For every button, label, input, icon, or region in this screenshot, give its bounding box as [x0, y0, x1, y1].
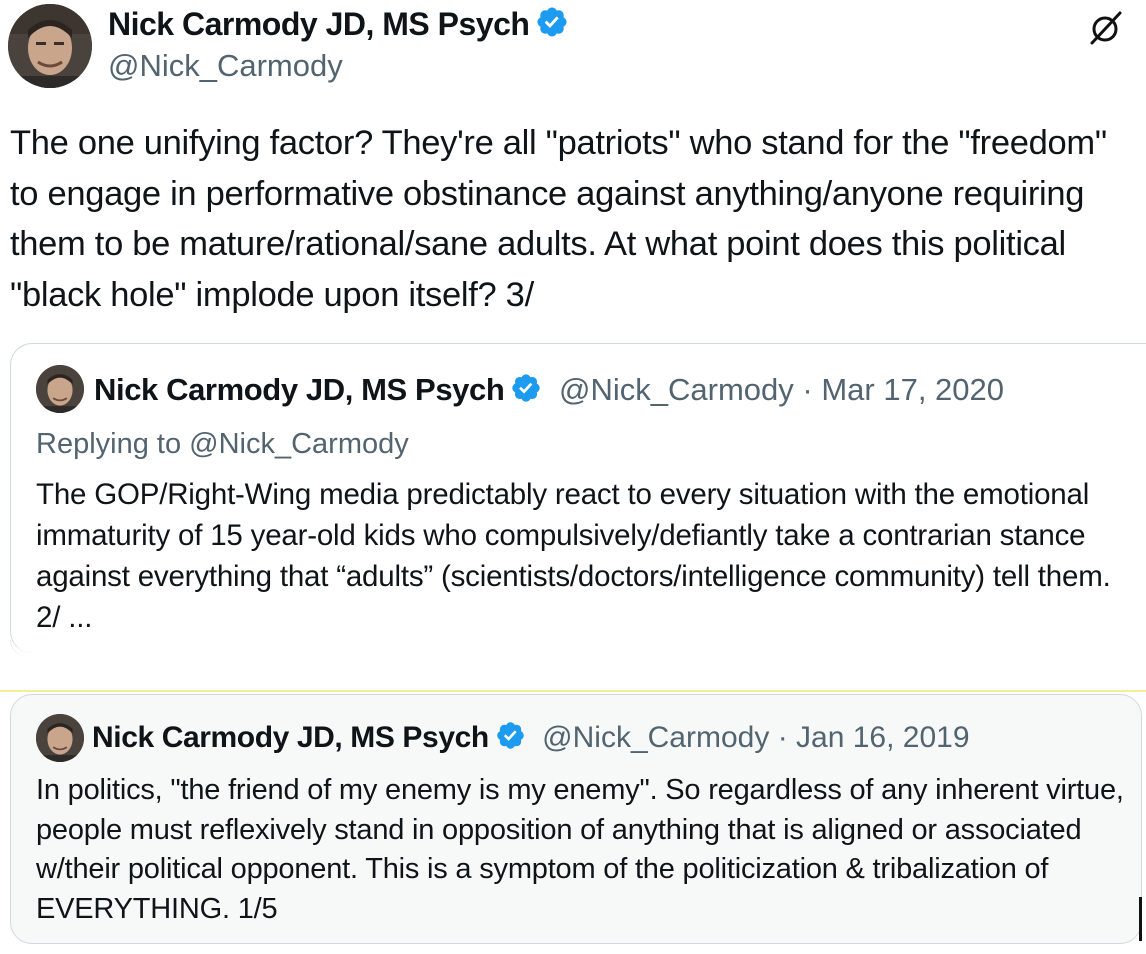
quote1-text: The GOP/Right-Wing media predictably rea… [36, 478, 1111, 634]
divider [0, 690, 1146, 692]
quote1-separator: · [802, 372, 813, 407]
x-logo-icon[interactable] [1088, 10, 1124, 46]
quoted-tweet-1-edge [10, 640, 1146, 656]
quote1-header: Nick Carmody JD, MS Psych @Nick_Carmody … [94, 370, 1004, 414]
quote2-author-name[interactable]: Nick Carmody JD, MS Psych [92, 721, 489, 754]
quote1-replying-to[interactable]: Replying to @Nick_Carmody [36, 424, 409, 464]
quote1-handle[interactable]: @Nick_Carmody [559, 372, 794, 407]
verified-badge-icon [510, 372, 542, 414]
quote2-avatar[interactable] [36, 714, 84, 762]
text-cursor [1139, 897, 1142, 941]
quote1-date[interactable]: Mar 17, 2020 [821, 372, 1004, 407]
quote2-handle[interactable]: @Nick_Carmody [542, 721, 769, 754]
quote2-text: In politics, "the friend of my enemy is … [36, 774, 1124, 925]
avatar-photo [8, 4, 92, 88]
author-avatar[interactable] [8, 4, 92, 88]
quote2-separator: · [777, 721, 788, 754]
quote2-header: Nick Carmody JD, MS Psych @Nick_Carmody … [92, 718, 970, 762]
author-name-row: Nick Carmody JD, MS Psych [108, 4, 569, 48]
avatar-photo [36, 365, 84, 413]
avatar-photo [36, 714, 84, 762]
author-handle[interactable]: @Nick_Carmody [108, 46, 343, 86]
author-name[interactable]: Nick Carmody JD, MS Psych [108, 6, 530, 42]
tweet-text: The one unifying factor? They're all "pa… [10, 124, 1107, 314]
quote1-avatar[interactable] [36, 365, 84, 413]
quote1-author-name[interactable]: Nick Carmody JD, MS Psych [94, 372, 505, 407]
verified-badge-icon [495, 720, 526, 762]
verified-badge-icon [535, 5, 569, 48]
quote2-date[interactable]: Jan 16, 2019 [796, 721, 969, 754]
